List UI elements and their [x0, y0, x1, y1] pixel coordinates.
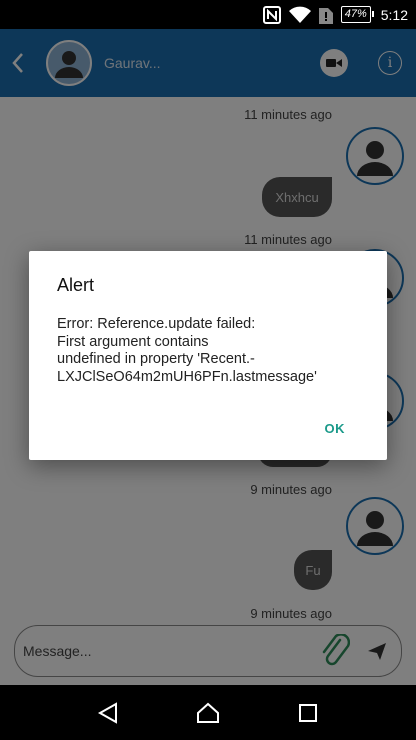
nfc-icon	[262, 5, 281, 24]
nav-back-button[interactable]	[88, 693, 128, 733]
square-recents-icon	[299, 703, 317, 722]
triangle-back-icon	[97, 701, 117, 724]
status-bar: 47% 5:12	[0, 0, 416, 29]
sim-alert-icon	[318, 6, 333, 24]
navigation-bar	[0, 685, 416, 740]
ok-button[interactable]: OK	[325, 421, 346, 436]
nav-recents-button[interactable]	[288, 693, 328, 733]
alert-dialog: Alert Error: Reference.update failed: Fi…	[29, 251, 387, 460]
nav-home-button[interactable]	[188, 693, 228, 733]
wifi-icon	[288, 6, 311, 24]
dialog-message: Error: Reference.update failed: First ar…	[57, 316, 317, 385]
clock: 5:12	[380, 6, 408, 23]
battery-indicator: 47%	[340, 6, 374, 23]
home-icon	[197, 702, 219, 723]
dialog-title: Alert	[57, 275, 95, 295]
